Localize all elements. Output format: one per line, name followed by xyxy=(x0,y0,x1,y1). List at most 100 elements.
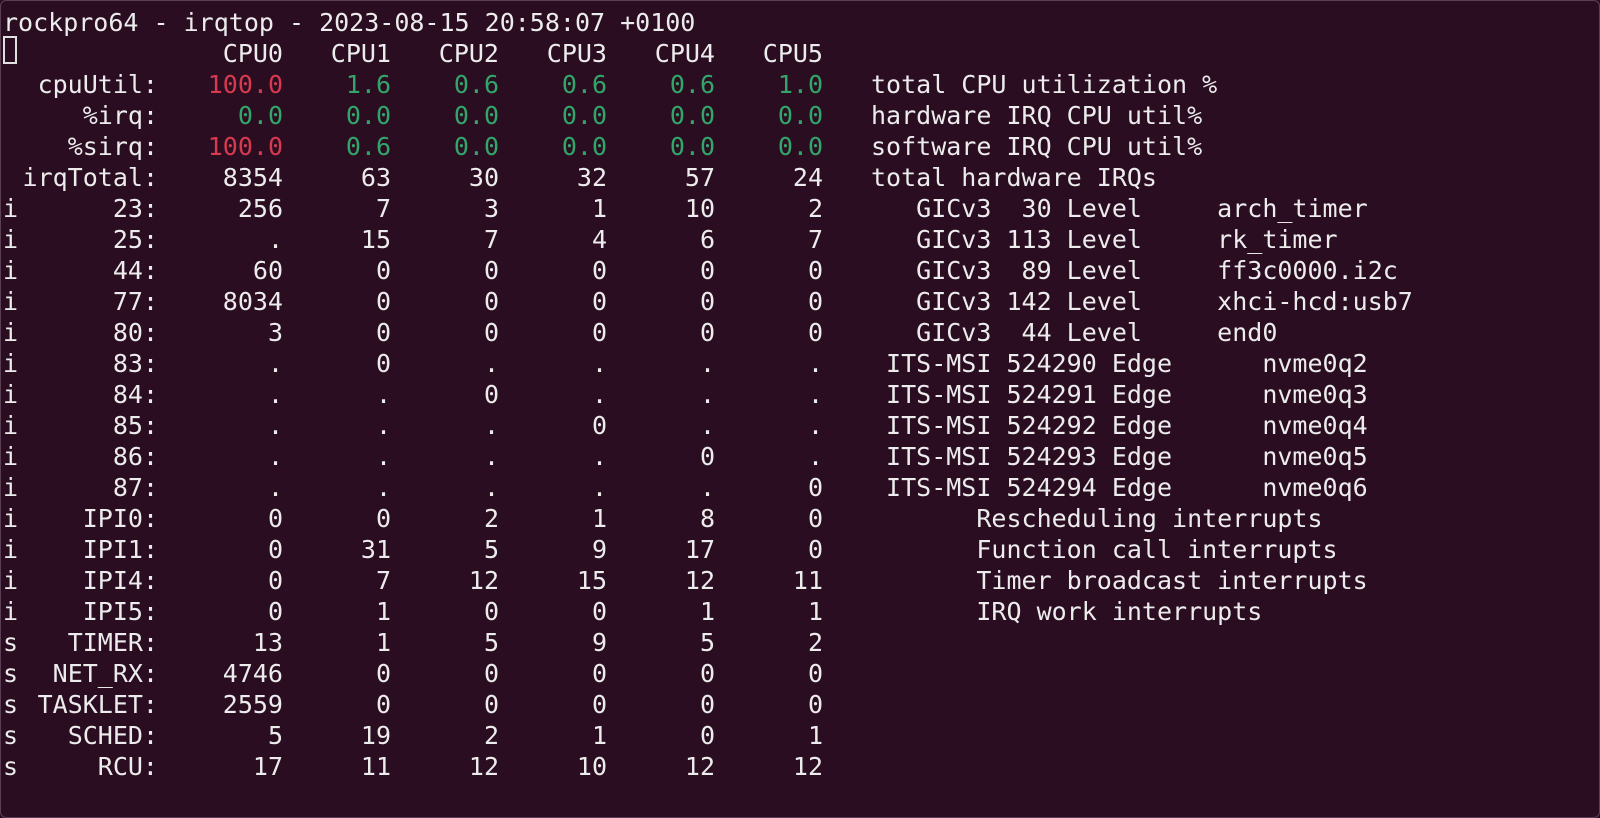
cpu-value: 0 xyxy=(591,411,607,440)
cpu-value: 0 xyxy=(483,597,499,626)
row-label: TASKLET: xyxy=(37,690,158,719)
cpu-value: 1 xyxy=(591,504,607,533)
cpu-value: 9 xyxy=(591,535,607,564)
cpu-header: CPU5 xyxy=(762,39,823,68)
cpu-value: 2 xyxy=(807,628,823,657)
table-row: i 84:.. 0... ITS-MSI 524291 Edge nvme0q3 xyxy=(3,379,1593,410)
cpu-value: 0.6 xyxy=(345,132,391,161)
cpu-value: 1 xyxy=(699,597,715,626)
row-label: 77: xyxy=(112,287,158,316)
cpu-value: 1 xyxy=(375,597,391,626)
cpu-value: 0 xyxy=(267,504,283,533)
row-label: 25: xyxy=(112,225,158,254)
table-row: irqTotal: 8354 63 30 32 57 24 total hardware IR… xyxy=(3,162,1593,193)
row-label: IPI1: xyxy=(82,535,158,564)
cpu-value: . xyxy=(591,380,607,409)
row-label: IPI5: xyxy=(82,597,158,626)
cpu-value: 4746 xyxy=(222,659,283,688)
row-description: GICv3 30 Level arch_timer xyxy=(871,194,1368,223)
cpu-value: 8 xyxy=(699,504,715,533)
cpu-value: . xyxy=(267,349,283,378)
cpu-value: 12 xyxy=(684,566,715,595)
cpu-header: CPU4 xyxy=(654,39,715,68)
row-label: irqTotal: xyxy=(22,163,158,192)
cpu-value: 63 xyxy=(360,163,391,192)
terminal-cursor xyxy=(3,36,17,64)
cpu-value: . xyxy=(699,473,715,502)
cpu-value: . xyxy=(699,349,715,378)
row-label: 80: xyxy=(112,318,158,347)
cpu-value: . xyxy=(807,411,823,440)
cpu-value: 0.0 xyxy=(777,101,823,130)
cpu-value: 0 xyxy=(591,318,607,347)
cpu-value: . xyxy=(267,225,283,254)
cpu-value: 0 xyxy=(267,597,283,626)
cpu-value: 100.0 xyxy=(207,132,283,161)
table-row: i IPI1: 0 31 5 9 17 0 Function call interrupts xyxy=(3,534,1593,565)
cpu-value: 5 xyxy=(267,721,283,750)
cpu-value: 0 xyxy=(591,659,607,688)
cpu-value: 0 xyxy=(699,721,715,750)
table-row: %irq: 0.0 0.0 0.0 0.0 0.0 0.0 hardware IRQ CPU … xyxy=(3,100,1593,131)
cpu-value: 0 xyxy=(699,659,715,688)
table-row: s TIMER: 13 1 5 9 5 2 xyxy=(3,627,1593,658)
cpu-value: 0 xyxy=(483,256,499,285)
cpu-value: 0 xyxy=(807,473,823,502)
cpu-value: 0 xyxy=(375,318,391,347)
cpu-value: 0.0 xyxy=(345,101,391,130)
cpu-value: 0 xyxy=(591,690,607,719)
cpu-value: 0 xyxy=(591,597,607,626)
table-row: i 83:. 0.... ITS-MSI 524290 Edge nvme0q2 xyxy=(3,348,1593,379)
cpu-header: CPU1 xyxy=(330,39,391,68)
cpu-value: 1.6 xyxy=(345,70,391,99)
table-row: i 85:... 0.. ITS-MSI 524292 Edge nvme0q4 xyxy=(3,410,1593,441)
cpu-value: . xyxy=(483,411,499,440)
cpu-value: 3 xyxy=(267,318,283,347)
row-label: NET_RX: xyxy=(52,659,158,688)
cpu-value: 12 xyxy=(468,566,499,595)
table-row: %sirq: 100.0 0.6 0.0 0.0 0.0 0.0 software IRQ C… xyxy=(3,131,1593,162)
terminal-window[interactable]: rockpro64 - irqtop - 2023-08-15 20:58:07… xyxy=(0,0,1600,818)
cpu-value: 0 xyxy=(375,690,391,719)
cpu-value: 12 xyxy=(468,752,499,781)
table-row: i IPI5: 0 1 0 0 1 1 IRQ work interrupts xyxy=(3,596,1593,627)
row-description: IRQ work interrupts xyxy=(871,597,1263,626)
cpu-value: 0.0 xyxy=(453,132,499,161)
row-label: 85: xyxy=(112,411,158,440)
table-row: i 87:..... 0 ITS-MSI 524294 Edge nvme0q6 xyxy=(3,472,1593,503)
row-label: 83: xyxy=(112,349,158,378)
cpu-value: 17 xyxy=(252,752,283,781)
cpu-value: . xyxy=(267,442,283,471)
table-row: cpuUtil: 100.0 1.6 0.6 0.6 0.6 1.0 total CPU ut… xyxy=(3,69,1593,100)
cpu-value: 11 xyxy=(792,566,823,595)
row-description: GICv3 142 Level xhci-hcd:usb7 xyxy=(871,287,1413,316)
cpu-value: 0.6 xyxy=(561,70,607,99)
cpu-value: 12 xyxy=(792,752,823,781)
cpu-value: 57 xyxy=(684,163,715,192)
cpu-value: 0 xyxy=(591,256,607,285)
cpu-value: . xyxy=(807,442,823,471)
cpu-value: 8034 xyxy=(222,287,283,316)
row-description: ITS-MSI 524291 Edge nvme0q3 xyxy=(871,380,1368,409)
cpu-value: 13 xyxy=(252,628,283,657)
cpu-value: . xyxy=(591,442,607,471)
cpu-value: 10 xyxy=(576,752,607,781)
cpu-value: 2 xyxy=(807,194,823,223)
row-description: hardware IRQ CPU util% xyxy=(871,101,1203,130)
cpu-value: 11 xyxy=(360,752,391,781)
cpu-value: 7 xyxy=(375,194,391,223)
cpu-value: . xyxy=(267,411,283,440)
row-label: cpuUtil: xyxy=(37,70,158,99)
cpu-value: 0.6 xyxy=(669,70,715,99)
cpu-value: 0 xyxy=(483,690,499,719)
cpu-value: 0.0 xyxy=(561,132,607,161)
cpu-value: 0.0 xyxy=(669,101,715,130)
cpu-value: 0 xyxy=(591,287,607,316)
row-label: IPI4: xyxy=(82,566,158,595)
cpu-value: 0 xyxy=(375,349,391,378)
table-row: s SCHED: 5 19 2 1 0 1 xyxy=(3,720,1593,751)
cpu-value: 0.0 xyxy=(453,101,499,130)
cpu-value: 0 xyxy=(807,504,823,533)
cpu-value: 24 xyxy=(792,163,823,192)
row-label: TIMER: xyxy=(67,628,158,657)
